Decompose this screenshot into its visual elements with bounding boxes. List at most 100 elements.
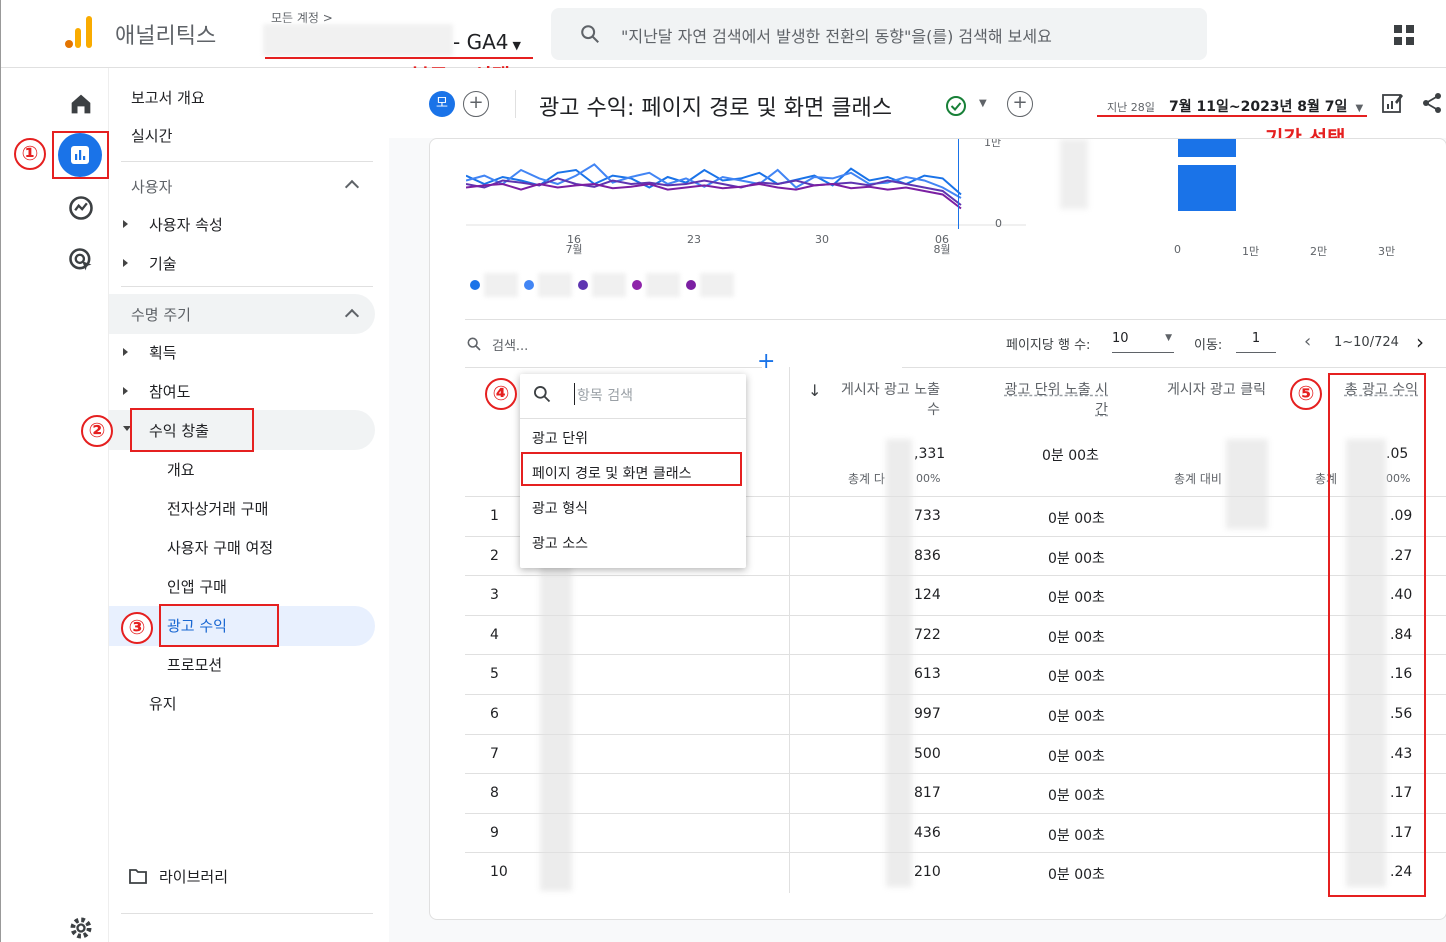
dimension-option[interactable]: 광고 소스 [532,533,588,553]
chart-edge-line [958,139,959,229]
legend-label-redacted [538,273,572,297]
dimension-option[interactable]: 광고 형식 [532,498,588,518]
total-publisher-impressions: ,331 [914,446,946,462]
legend-dot[interactable] [578,280,588,290]
folder-icon [129,869,147,884]
add-card-button[interactable]: + [1007,91,1033,117]
nav-section-lifecycle[interactable]: 수명 주기 [131,304,191,325]
redacted-column [540,511,572,891]
nav-realtime[interactable]: 실시간 [131,125,172,146]
date-range-selector[interactable]: 7월 11일~2023년 8월 7일 ▼ [1169,96,1363,116]
column-header-publisher-clicks[interactable]: 게시자 광고 클릭 [1160,380,1266,400]
legend-label-redacted [646,273,680,297]
rows-per-page-select[interactable]: 10 ▼ [1112,331,1174,353]
nav-tech[interactable]: 기술 [149,253,177,274]
step-badge-2: ② [81,415,113,447]
cell-ad-unit-exposure: 0분 00초 [1048,748,1105,765]
cell-ad-unit-exposure: 0분 00초 [1048,550,1105,567]
customize-report-icon[interactable] [1381,92,1403,114]
prev-page-icon[interactable]: ‹ [1304,331,1311,352]
nav-section-user[interactable]: 사용자 [131,176,172,197]
nav-sub-inapp[interactable]: 인앱 구매 [167,576,227,597]
row-index: 3 [490,587,499,604]
annotation-box-total-revenue [1328,373,1426,897]
comparison-avatar[interactable]: 모 [429,91,455,117]
legend-label-redacted [484,273,518,297]
cell-publisher-impressions: 436 [914,824,941,841]
expand-arrow-icon[interactable] [123,259,128,267]
divider [465,367,1446,368]
row-divider [465,733,1446,735]
apps-grid-icon[interactable] [1393,24,1415,46]
cell-ad-unit-exposure: 0분 00초 [1048,590,1105,607]
legend-dot[interactable] [524,280,534,290]
bar-mark [1178,165,1236,211]
property-suffix: - GA4 [453,30,509,54]
row-index: 1 [490,508,499,524]
nav-report-overview[interactable]: 보고서 개요 [131,87,205,108]
check-circle-icon[interactable] [945,95,967,117]
report-title: 광고 수익: 페이지 경로 및 화면 클래스 [539,96,892,121]
cell-publisher-impressions: 124 [914,587,941,604]
expand-arrow-icon[interactable] [123,348,128,356]
add-dimension-plus-icon[interactable]: + [757,349,775,374]
row-index: 6 [490,706,499,722]
column-header-publisher-impressions[interactable]: 게시자 광고 노출수 [834,380,940,420]
row-divider [465,575,1446,577]
cell-publisher-impressions: 722 [914,626,941,643]
bar-x-tick-label: 1만 [1242,245,1260,258]
text-cursor [574,383,575,405]
property-selector[interactable]: - GA4 ▼ [453,30,521,54]
next-page-icon[interactable]: › [1416,330,1424,354]
settings-gear-icon[interactable] [67,914,95,942]
legend-dot[interactable] [470,280,480,290]
cell-ad-unit-exposure: 0분 00초 [1048,788,1105,805]
goto-input[interactable]: 1 [1236,331,1276,353]
table-search-input[interactable]: 검색... [492,335,528,354]
total-label: 총계 대비 [1174,472,1222,486]
nav-sub-overview[interactable]: 개요 [167,459,195,480]
expand-arrow-icon[interactable] [123,387,128,395]
home-icon[interactable] [67,90,95,118]
app-name: 애널리틱스 [115,24,217,49]
nav-retention[interactable]: 유지 [149,693,177,714]
row-index: 8 [490,785,499,802]
legend-dot[interactable] [632,280,642,290]
dimension-option[interactable]: 광고 단위 [532,428,588,448]
cell-publisher-impressions: 836 [914,547,941,564]
nav-sub-purchase-journey[interactable]: 사용자 구매 여정 [167,537,273,558]
search-box[interactable]: "지난달 자연 검색에서 발생한 전환의 동향"을(를) 검색해 보세요 [551,8,1207,60]
cell-ad-unit-exposure: 0분 00초 [1048,827,1105,844]
nav-library[interactable]: 라이브러리 [159,866,228,887]
advertising-icon[interactable] [67,246,95,274]
step-badge-3: ③ [121,612,153,644]
column-header-ad-unit-exposure[interactable]: 광고 단위 노출 시간 [1002,380,1108,420]
redacted-value [1060,139,1088,209]
chevron-up-icon[interactable] [344,179,360,195]
explore-icon[interactable] [67,194,95,222]
nav-acquisition[interactable]: 획득 [149,342,177,363]
redacted-column [886,439,912,887]
cell-ad-unit-exposure: 0분 00초 [1048,629,1105,646]
legend-label-redacted [592,273,626,297]
annotation-box-monetization [130,408,254,452]
sort-down-arrow-icon[interactable]: ↓ [808,381,821,400]
nav-divider [121,286,373,287]
date-range: 7월 11일~2023년 8월 7일 [1169,99,1348,115]
nav-engagement[interactable]: 참여도 [149,381,190,402]
nav-sub-promotion[interactable]: 프로모션 [167,654,222,675]
y-tick-zero: 0 [995,217,1002,230]
legend-dot[interactable] [686,280,696,290]
date-prefix: 지난 28일 [1107,101,1155,114]
row-divider [465,812,1446,814]
expand-arrow-icon[interactable] [123,220,128,228]
caret-down-icon[interactable]: ▼ [979,98,987,109]
nav-sub-ecommerce[interactable]: 전자상거래 구매 [167,498,268,519]
dimension-search-input[interactable]: 항목 검색 [577,385,633,405]
step-badge-1: ① [14,138,46,170]
share-icon[interactable] [1421,92,1443,114]
nav-user-attributes[interactable]: 사용자 속성 [149,214,223,235]
analytics-logo[interactable] [65,16,95,48]
add-comparison-button[interactable]: + [463,91,489,117]
cell-ad-unit-exposure: 0분 00초 [1048,867,1105,884]
